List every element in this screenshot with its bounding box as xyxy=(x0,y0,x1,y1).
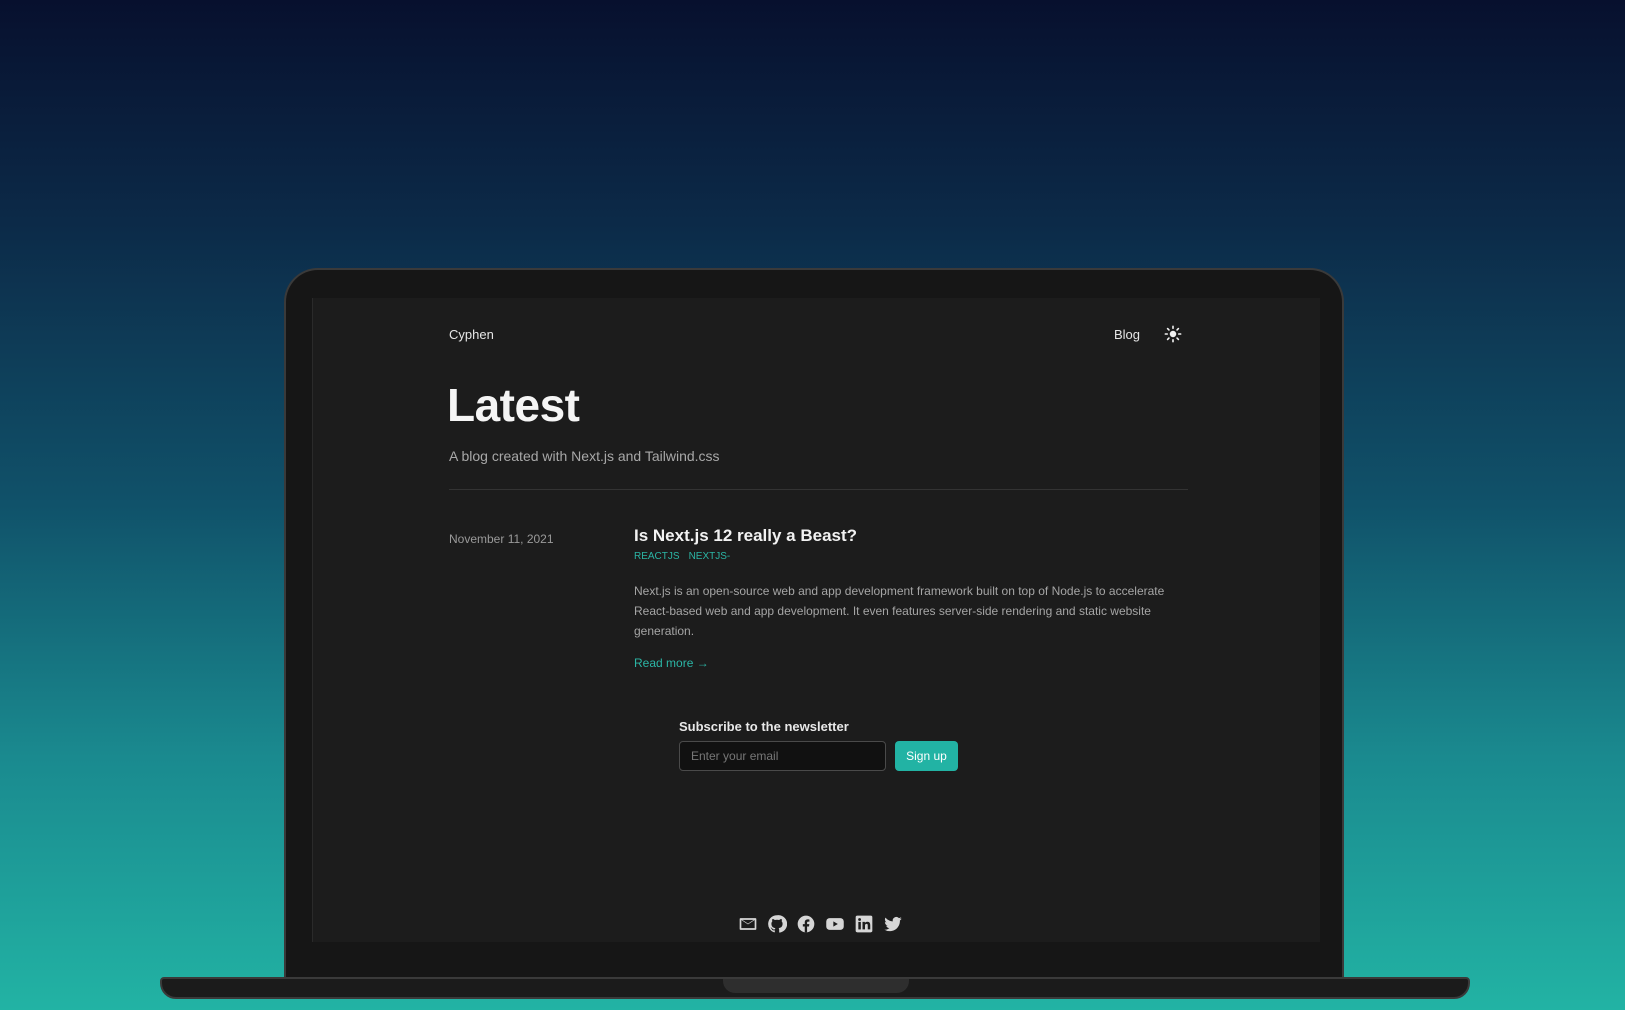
post-title-link[interactable]: Is Next.js 12 really a Beast? xyxy=(634,526,857,546)
laptop-base xyxy=(160,977,1470,999)
tag-link[interactable]: REACTJS xyxy=(634,551,680,562)
post-date: November 11, 2021 xyxy=(449,532,554,546)
page-title: Latest xyxy=(447,379,580,431)
divider xyxy=(449,489,1188,490)
site-brand-link[interactable]: Cyphen xyxy=(449,327,494,342)
youtube-icon[interactable] xyxy=(825,914,845,934)
sun-icon[interactable] xyxy=(1164,325,1182,343)
linkedin-icon[interactable] xyxy=(854,914,874,934)
page-subtitle: A blog created with Next.js and Tailwind… xyxy=(449,448,720,464)
nav-blog-link[interactable]: Blog xyxy=(1114,327,1140,342)
mail-icon[interactable] xyxy=(738,914,758,934)
tag-link[interactable]: NEXTJS- xyxy=(689,551,731,562)
social-links xyxy=(738,914,903,934)
github-icon[interactable] xyxy=(767,914,787,934)
read-more-link[interactable]: Read more → xyxy=(634,656,709,670)
post-excerpt: Next.js is an open-source web and app de… xyxy=(634,584,1165,638)
laptop-screen: Cyphen Blog Latest A blog created with N… xyxy=(312,298,1320,942)
email-input[interactable] xyxy=(679,741,886,771)
laptop-notch xyxy=(723,979,909,993)
post-tags: REACTJS NEXTJS- xyxy=(634,551,730,562)
twitter-icon[interactable] xyxy=(883,914,903,934)
laptop-frame: Cyphen Blog Latest A blog created with N… xyxy=(284,268,1344,980)
facebook-icon[interactable] xyxy=(796,914,816,934)
sign-up-button[interactable]: Sign up xyxy=(895,741,958,771)
newsletter-title: Subscribe to the newsletter xyxy=(679,719,849,734)
